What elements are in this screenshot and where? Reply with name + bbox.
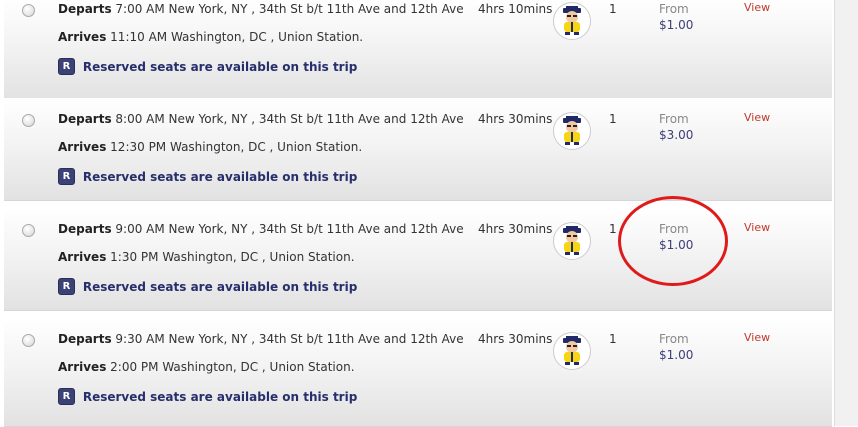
trip-duration: 4hrs 30mins <box>478 332 553 346</box>
arrives-text: 2:00 PM Washington, DC , Union Station. <box>110 360 355 374</box>
seats-count: 1 <box>609 332 617 346</box>
price-value: $3.00 <box>659 128 694 142</box>
view-link[interactable]: View <box>744 1 770 14</box>
annotation-circle <box>618 196 728 286</box>
reserved-notice: R Reserved seats are available on this t… <box>58 58 357 75</box>
arrives-text: 1:30 PM Washington, DC , Union Station. <box>110 250 355 264</box>
price-from-label: From <box>659 332 689 346</box>
departs-line: Departs 9:30 AM New York, NY , 34th St b… <box>58 332 464 346</box>
seats-count: 1 <box>609 112 617 126</box>
reserved-notice: R Reserved seats are available on this t… <box>58 168 357 185</box>
arrives-label: Arrives <box>58 250 107 264</box>
page-scrollbar[interactable] <box>834 0 858 426</box>
departs-label: Departs <box>58 2 112 16</box>
trip-select-radio[interactable] <box>22 334 35 347</box>
bus-mascot-icon <box>553 222 591 260</box>
arrives-text: 12:30 PM Washington, DC , Union Station. <box>110 140 363 154</box>
arrives-line: Arrives 11:10 AM Washington, DC , Union … <box>58 30 363 44</box>
seats-count: 1 <box>609 222 617 236</box>
trip-row[interactable]: Departs 9:30 AM New York, NY , 34th St b… <box>4 318 832 427</box>
trip-duration: 4hrs 30mins <box>478 112 553 126</box>
reserved-r-icon: R <box>58 388 75 405</box>
arrives-label: Arrives <box>58 30 107 44</box>
reserved-text: Reserved seats are available on this tri… <box>82 279 358 294</box>
trip-row[interactable]: Departs 8:00 AM New York, NY , 34th St b… <box>4 98 832 201</box>
reserved-r-icon: R <box>58 278 75 295</box>
trip-select-radio[interactable] <box>22 224 35 237</box>
departs-line: Departs 8:00 AM New York, NY , 34th St b… <box>58 112 464 126</box>
trip-select-radio[interactable] <box>22 114 35 127</box>
reserved-notice: R Reserved seats are available on this t… <box>58 388 357 405</box>
departs-text: 9:30 AM New York, NY , 34th St b/t 11th … <box>115 332 464 346</box>
bus-mascot-icon <box>553 332 591 370</box>
view-link[interactable]: View <box>744 331 770 344</box>
view-link[interactable]: View <box>744 111 770 124</box>
departs-text: 8:00 AM New York, NY , 34th St b/t 11th … <box>115 112 464 126</box>
view-link[interactable]: View <box>744 221 770 234</box>
trip-row[interactable]: Departs 7:00 AM New York, NY , 34th St b… <box>4 0 832 101</box>
departs-label: Departs <box>58 332 112 346</box>
arrives-text: 11:10 AM Washington, DC , Union Station. <box>110 30 364 44</box>
departs-label: Departs <box>58 112 112 126</box>
reserved-text: Reserved seats are available on this tri… <box>82 389 358 404</box>
bus-mascot-icon <box>553 2 591 40</box>
reserved-text: Reserved seats are available on this tri… <box>82 169 358 184</box>
departs-text: 7:00 AM New York, NY , 34th St b/t 11th … <box>115 2 464 16</box>
arrives-line: Arrives 2:00 PM Washington, DC , Union S… <box>58 360 355 374</box>
bus-mascot-icon <box>553 112 591 150</box>
departs-line: Departs 7:00 AM New York, NY , 34th St b… <box>58 2 464 16</box>
reserved-r-icon: R <box>58 168 75 185</box>
price-value: $1.00 <box>659 348 694 362</box>
departs-text: 9:00 AM New York, NY , 34th St b/t 11th … <box>115 222 464 236</box>
price-from-label: From <box>659 2 689 16</box>
arrives-line: Arrives 12:30 PM Washington, DC , Union … <box>58 140 362 154</box>
arrives-line: Arrives 1:30 PM Washington, DC , Union S… <box>58 250 355 264</box>
arrives-label: Arrives <box>58 360 107 374</box>
seats-count: 1 <box>609 2 617 16</box>
reserved-r-icon: R <box>58 58 75 75</box>
arrives-label: Arrives <box>58 140 107 154</box>
departs-line: Departs 9:00 AM New York, NY , 34th St b… <box>58 222 464 236</box>
price-from-label: From <box>659 112 689 126</box>
trip-duration: 4hrs 10mins <box>478 2 553 16</box>
reserved-text: Reserved seats are available on this tri… <box>82 59 358 74</box>
departs-label: Departs <box>58 222 112 236</box>
reserved-notice: R Reserved seats are available on this t… <box>58 278 357 295</box>
price-value: $1.00 <box>659 18 694 32</box>
trip-select-radio[interactable] <box>22 4 35 17</box>
trip-duration: 4hrs 30mins <box>478 222 553 236</box>
